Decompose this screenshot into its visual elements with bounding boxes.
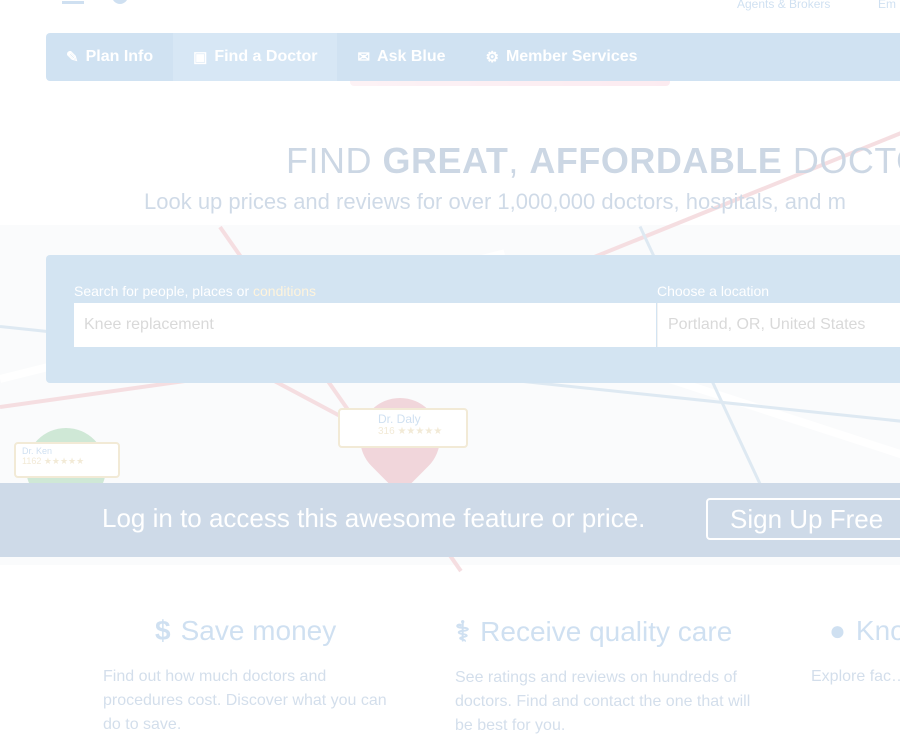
map-pin-icon: ● — [829, 615, 846, 646]
chat-bubble-icon: ✉ — [357, 49, 371, 66]
feature-description: See ratings and reviews on hundreds of d… — [455, 669, 751, 734]
nav-find-doctor-label: Find a Doctor — [214, 48, 318, 65]
stethoscope-icon: ⚕ — [455, 616, 471, 647]
feature-know: ●Kno Explore fac… information — [811, 615, 900, 689]
nav-member-services-label: Member Services — [505, 48, 638, 65]
search-panel: Search for people, places or conditions … — [46, 255, 900, 383]
clipboard-icon: ✎ — [66, 49, 79, 66]
login-prompt[interactable]: Log in to access this awesome feature or… — [102, 503, 645, 534]
search-input[interactable] — [74, 303, 656, 347]
dollar-icon: $ — [155, 615, 171, 646]
search-label: Search for people, places or conditions — [74, 283, 317, 299]
marker-name: Dr. Daly — [378, 412, 421, 426]
login-banner: Log in to access this awesome feature or… — [0, 483, 900, 557]
page: Agents & Brokers Em ✎ Plan Info ▣ Find a… — [0, 0, 900, 750]
main-nav: ✎ Plan Info ▣ Find a Doctor ✉ Ask Blue ⚙… — [46, 33, 900, 81]
nav-active-indicator — [350, 81, 670, 86]
nav-find-doctor[interactable]: ▣ Find a Doctor — [173, 33, 338, 81]
page-title: FIND GREAT, AFFORDABLE DOCTORS — [286, 140, 900, 181]
feature-title: ● Kno — [829, 615, 900, 646]
employers-link[interactable]: Em — [878, 0, 896, 11]
logo-icon[interactable] — [112, 0, 128, 4]
marker-rating: 1162 ★★★★★ — [22, 456, 85, 466]
feature-title: ⚕ Receive quality care — [455, 616, 733, 647]
nav-plan-info[interactable]: ✎ Plan Info — [46, 33, 173, 81]
feature-description: Find out how much doctors and procedures… — [103, 668, 387, 733]
nav-ask-blue-label: Ask Blue — [377, 48, 446, 65]
feature-title: $ Save money — [155, 615, 337, 646]
location-input[interactable] — [657, 303, 900, 347]
page-subtitle: Look up prices and reviews for over 1,00… — [144, 189, 846, 214]
nav-member-services[interactable]: ⚙ Member Services — [465, 33, 657, 81]
feature-description: Explore fac… information — [811, 668, 900, 685]
nav-ask-blue[interactable]: ✉ Ask Blue — [337, 33, 465, 81]
gear-icon: ⚙ — [485, 49, 499, 66]
doctor-marker[interactable]: Dr. Daly 316 ★★★★★ — [338, 408, 468, 448]
feature-save-money: $ Save money Find out how much doctors an… — [103, 615, 403, 737]
marker-name: Dr. Ken — [22, 446, 53, 456]
doctor-marker[interactable]: Dr. Ken 1162 ★★★★★ — [14, 442, 120, 478]
nav-plan-info-label: Plan Info — [85, 48, 154, 65]
sign-up-button[interactable]: Sign Up Free — [706, 498, 900, 540]
doctor-bag-icon: ▣ — [193, 49, 208, 66]
feature-quality-care: ⚕ Receive quality care See ratings and re… — [455, 615, 755, 738]
menu-icon[interactable] — [62, 0, 84, 4]
agents-brokers-link[interactable]: Agents & Brokers — [737, 0, 830, 11]
location-label: Choose a location — [657, 283, 770, 299]
marker-rating: 316 ★★★★★ — [378, 426, 443, 437]
